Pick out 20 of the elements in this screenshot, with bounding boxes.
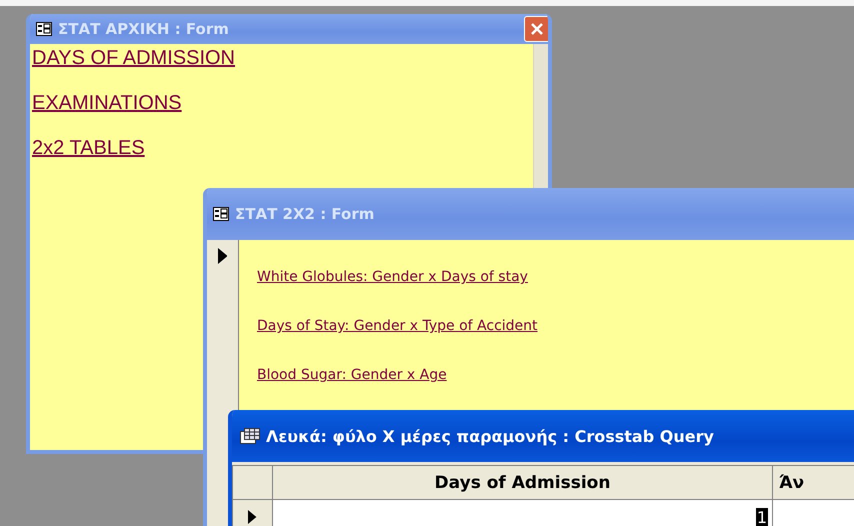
form-link[interactable]: Days of Stay: Gender x Type of Accident bbox=[257, 317, 538, 335]
record-pointer-icon bbox=[218, 248, 228, 264]
window-title: ΣΤΑΤ ΑΡΧΙΚΗ : Form bbox=[58, 20, 230, 38]
record-pointer-icon bbox=[248, 510, 257, 524]
window-title: Λευκά: φύλο X μέρες παραμονής : Crosstab Query bbox=[266, 426, 715, 446]
form-link[interactable]: 2x2 TABLES bbox=[32, 136, 145, 160]
form-link[interactable]: EXAMINATIONS bbox=[32, 91, 182, 115]
record-selector[interactable] bbox=[233, 500, 273, 526]
datasheet-icon bbox=[240, 428, 260, 444]
form-link[interactable]: White Globules: Gender x Days of stay bbox=[257, 268, 528, 286]
form-link[interactable]: DAYS OF ADMISSION bbox=[32, 46, 235, 70]
column-header[interactable]: Άν bbox=[773, 466, 854, 500]
column-header[interactable]: Days of Admission bbox=[273, 466, 773, 500]
form-icon bbox=[213, 207, 229, 221]
table-cell: 1 bbox=[756, 508, 768, 526]
window-title: ΣΤΑΤ 2X2 : Form bbox=[235, 205, 376, 223]
form-link[interactable]: Blood Sugar: Gender x Age bbox=[257, 366, 447, 384]
form-icon bbox=[36, 22, 52, 36]
close-icon bbox=[530, 22, 544, 36]
close-button[interactable] bbox=[524, 16, 548, 42]
